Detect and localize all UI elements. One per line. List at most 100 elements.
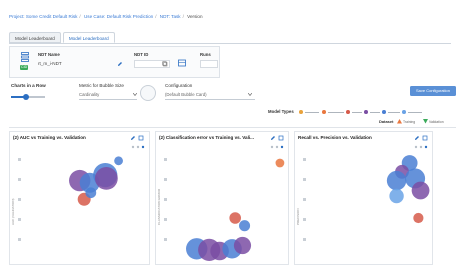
y-tick-marker bbox=[164, 158, 167, 161]
y-tick-marker bbox=[18, 218, 21, 221]
y-tick-marker bbox=[303, 218, 306, 221]
configuration-select[interactable]: (Default Bubble Card) bbox=[165, 92, 207, 97]
legend-model-type-bar bbox=[370, 111, 380, 113]
metric-bubble-size-select[interactable]: Cardinality bbox=[79, 92, 99, 97]
tabs-divider bbox=[9, 43, 451, 44]
chevron-down-icon[interactable] bbox=[248, 93, 252, 96]
runs-field bbox=[200, 60, 218, 68]
y-tick-marker bbox=[164, 238, 167, 241]
chart-title: (2) AUC vs Training vs. Validation bbox=[13, 135, 86, 140]
breadcrumb-project[interactable]: Project: Some Credit Default Risk bbox=[9, 14, 77, 19]
y-tick-marker bbox=[18, 198, 21, 201]
dataset-training-label: Training bbox=[403, 120, 416, 124]
configuration-select-underline bbox=[165, 99, 255, 100]
legend-model-type-dot bbox=[364, 110, 368, 114]
chart-plot-area[interactable]: PRECISION bbox=[295, 144, 433, 265]
legend-model-type-bar bbox=[408, 111, 422, 113]
legend-model-type-dot bbox=[402, 110, 406, 114]
y-tick-marker bbox=[303, 238, 306, 241]
y-axis-label: PRECISION bbox=[296, 208, 300, 225]
training-marker-icon bbox=[397, 119, 402, 124]
breadcrumb-version: Version bbox=[187, 14, 203, 19]
legend-model-type-bar bbox=[305, 111, 319, 113]
y-tick-marker bbox=[164, 178, 167, 181]
ndt-info-card: CID NDT Name rt_m_i-NDT NDT ID Runs bbox=[9, 46, 220, 78]
breadcrumb-ndt[interactable]: NDT: Task bbox=[160, 14, 181, 19]
y-tick-marker bbox=[18, 238, 21, 241]
breadcrumb: Project: Some Credit Default Risk / Use C… bbox=[9, 14, 203, 19]
chart-tools-icons[interactable] bbox=[270, 135, 284, 141]
y-tick-marker bbox=[303, 178, 306, 181]
pencil-icon[interactable] bbox=[117, 61, 123, 67]
legend-model-type-dot bbox=[346, 110, 350, 114]
ndt-status-badge: CID bbox=[20, 65, 29, 70]
y-tick-marker bbox=[18, 178, 21, 181]
ndt-id-label: NDT ID bbox=[134, 52, 149, 57]
chart-zoom-control[interactable] bbox=[424, 145, 428, 149]
chart-zoom-control[interactable] bbox=[419, 145, 423, 149]
bubble-point[interactable] bbox=[386, 170, 407, 191]
configuration-label: Configuration bbox=[165, 83, 193, 88]
chart-controls: Charts in a Row Metric for Bubble Size C… bbox=[9, 80, 456, 106]
chart-tools-icons[interactable] bbox=[130, 135, 144, 141]
chart-title: (2) Classification error vs Training vs.… bbox=[159, 135, 254, 140]
bubble-point[interactable] bbox=[411, 181, 430, 200]
tab-model-leaderboard[interactable]: Model Leaderboard bbox=[9, 32, 61, 43]
tab-model-leaderboard-active[interactable]: Model Leaderboard bbox=[62, 32, 115, 43]
bubble-point[interactable] bbox=[389, 188, 404, 204]
ndt-name-value: rt_m_i-NDT bbox=[38, 61, 62, 66]
validation-marker-icon bbox=[423, 119, 428, 124]
ndt-name-label: NDT Name bbox=[38, 52, 60, 57]
chart-zoom-control[interactable] bbox=[270, 145, 274, 149]
document-stack-icon bbox=[21, 52, 29, 62]
chart-panel-recall-precision: Recall vs. Precision vs. Validation PREC… bbox=[294, 131, 433, 265]
model-types-legend-label: Model Types bbox=[268, 109, 294, 114]
bubble-point[interactable] bbox=[85, 187, 97, 199]
chart-title: Recall vs. Precision vs. Validation bbox=[298, 135, 372, 140]
chart-panel-classification-error: (2) Classification error vs Training vs.… bbox=[155, 131, 289, 265]
chart-plot-area[interactable]: AUC (VALIDATION) bbox=[10, 144, 150, 265]
y-tick-marker bbox=[303, 158, 306, 161]
legend-model-type-bar bbox=[388, 111, 400, 113]
y-tick-marker bbox=[303, 198, 306, 201]
bubble-point[interactable] bbox=[94, 167, 118, 190]
chart-zoom-control[interactable] bbox=[136, 145, 140, 149]
save-configuration-button[interactable]: Save Configuration bbox=[410, 86, 456, 96]
runs-label: Runs bbox=[200, 52, 211, 57]
bubble-point[interactable] bbox=[239, 220, 251, 232]
copy-icon[interactable] bbox=[162, 61, 168, 67]
section-divider bbox=[9, 127, 456, 128]
view-tabs: Model Leaderboard Model Leaderboard bbox=[9, 32, 117, 43]
bubble-size-toggle[interactable] bbox=[140, 85, 156, 101]
table-icon[interactable] bbox=[178, 59, 186, 67]
dataset-legend-label: Dataset bbox=[379, 119, 394, 124]
y-tick-marker bbox=[18, 158, 21, 161]
legend-model-type-dot bbox=[382, 110, 386, 114]
chart-tools-icons[interactable] bbox=[414, 135, 428, 141]
chart-plot-area[interactable]: CLASSIFICATION ERROR bbox=[156, 144, 289, 265]
metric-bubble-size-label: Metric for Bubble Size bbox=[79, 83, 124, 88]
y-tick-marker bbox=[164, 198, 167, 201]
chart-zoom-control[interactable] bbox=[414, 145, 418, 149]
chart-zoom-control[interactable] bbox=[141, 145, 145, 149]
chevron-down-icon[interactable] bbox=[133, 93, 137, 96]
bubble-point[interactable] bbox=[275, 158, 285, 168]
bubble-point[interactable] bbox=[229, 212, 241, 224]
legend-model-type-bar bbox=[352, 111, 362, 113]
breadcrumb-use-case[interactable]: Use Case: Default Risk Prediction bbox=[84, 14, 153, 19]
bubble-point[interactable] bbox=[114, 156, 123, 166]
breadcrumb-separator: / bbox=[79, 14, 81, 19]
metric-select-underline bbox=[79, 99, 137, 100]
chart-panel-auc: (2) AUC vs Training vs. Validation AUC (… bbox=[9, 131, 150, 265]
chart-zoom-control[interactable] bbox=[275, 145, 279, 149]
y-tick-marker bbox=[164, 218, 167, 221]
charts-in-row-slider-handle[interactable] bbox=[23, 93, 30, 100]
legend-model-type-dot bbox=[299, 110, 303, 114]
charts-in-row-label: Charts in a Row bbox=[11, 83, 46, 88]
chart-zoom-control[interactable] bbox=[280, 145, 284, 149]
breadcrumb-separator: / bbox=[182, 14, 184, 19]
chart-zoom-control[interactable] bbox=[131, 145, 135, 149]
legend-model-type-bar bbox=[328, 111, 344, 113]
bubble-point[interactable] bbox=[413, 212, 424, 224]
bubble-point[interactable] bbox=[233, 236, 252, 255]
